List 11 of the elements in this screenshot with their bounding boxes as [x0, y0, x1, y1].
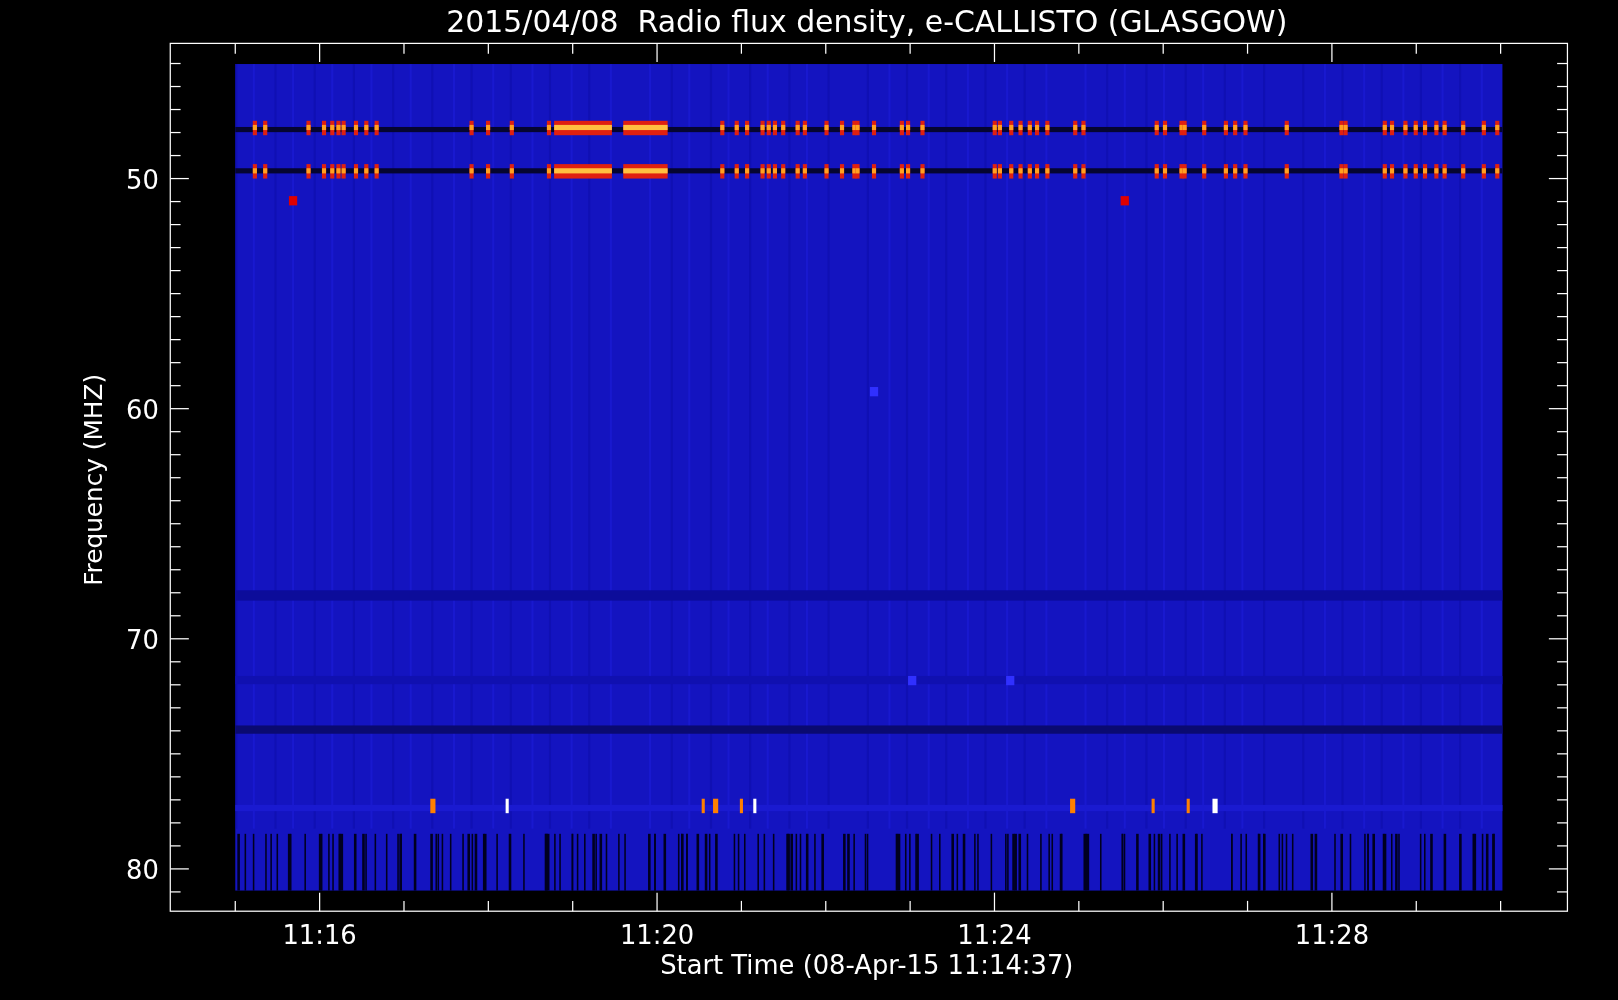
y-tick-label: 80	[126, 855, 159, 886]
x-tick-label: 11:28	[1294, 920, 1370, 951]
chart-title: 2015/04/08 Radio flux density, e-CALLISTO (GLASGOW)	[446, 4, 1288, 40]
x-tick-label: 11:20	[619, 920, 695, 951]
y-tick-label: 70	[126, 625, 159, 656]
x-tick-label: 11:16	[282, 920, 357, 951]
x-tick-label: 11:24	[957, 920, 1032, 951]
x-axis-label: Start Time (08-Apr-15 11:14:37)	[660, 950, 1074, 981]
y-tick-label: 60	[126, 395, 159, 425]
y-tick-label: 50	[126, 164, 159, 195]
y-axis-label: Frequency (MHZ)	[79, 373, 109, 586]
